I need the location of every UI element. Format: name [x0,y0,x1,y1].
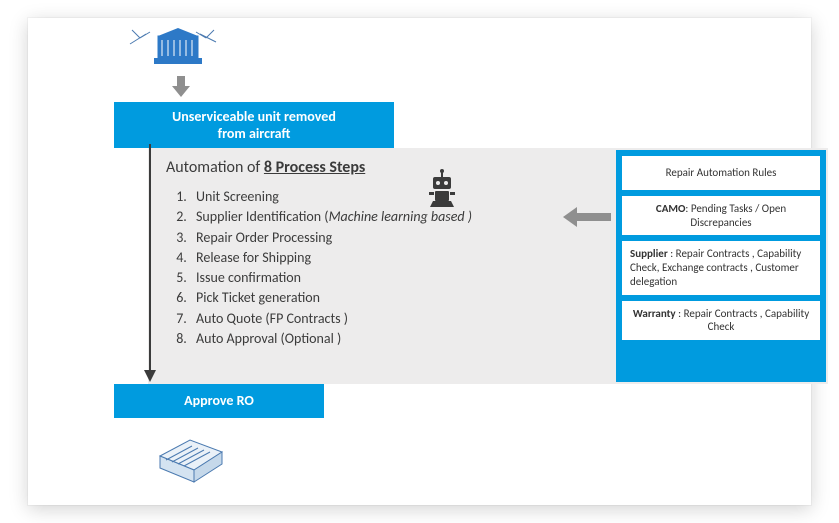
rule-item-warranty-rest: : Repair Contracts , Capability Check [676,307,810,334]
step-2-text: Supplier Identification ( [196,208,329,225]
rules-panel: Repair Automation Rules CAMO: Pending Ta… [616,150,826,382]
unserviceable-line2: from aircraft [218,125,291,143]
rule-item-automation-label: Repair Automation Rules [666,166,777,179]
process-title-count: 8 Process Steps [264,158,365,177]
approve-ro-box: Approve RO [114,384,324,418]
process-title-prefix: Automation of [166,158,264,177]
arrow-down-long-icon [141,144,159,384]
facility-icon [146,426,236,486]
rule-item-camo: CAMO: Pending Tasks / Open Discrepancies [622,196,820,236]
rule-item-camo-rest: : Pending Tasks / Open Discrepancies [685,202,786,229]
rule-item-camo-lead: CAMO [656,202,686,215]
approve-ro-label: Approve RO [184,392,254,410]
robot-icon [423,166,461,215]
rule-item-supplier-lead: Supplier [630,247,668,260]
arrow-down-icon [168,74,194,105]
rule-item-automation: Repair Automation Rules [622,156,820,190]
unserviceable-box: Unserviceable unit removed from aircraft [114,102,394,148]
rule-item-warranty-lead: Warranty [633,307,676,320]
facility-icon [128,24,218,74]
rule-item-supplier: Supplier : Repair Contracts , Capability… [622,241,820,294]
arrow-left-icon [561,204,613,235]
diagram-card: Unserviceable unit removed from aircraft… [28,18,811,505]
rule-item-warranty: Warranty : Repair Contracts , Capability… [622,301,820,341]
unserviceable-line1: Unserviceable unit removed [172,108,336,126]
